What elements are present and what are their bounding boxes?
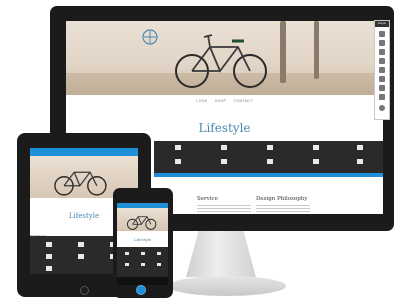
button-icon[interactable] (78, 254, 84, 259)
logo-icon[interactable] (140, 27, 160, 47)
layout-icon (357, 145, 363, 150)
upload-icon[interactable] (379, 67, 385, 73)
palm-trunk (314, 21, 319, 79)
column-heading-service: Service (197, 196, 218, 202)
toolbar-item[interactable] (250, 144, 290, 158)
bicycle-icon (175, 34, 267, 88)
grid-icon (175, 159, 181, 164)
toolbar-item[interactable] (158, 144, 198, 158)
hero-banner (66, 21, 383, 95)
image-icon (221, 145, 227, 150)
text-icon[interactable] (46, 242, 52, 247)
toolbar-item[interactable] (296, 158, 336, 172)
sidebar-brand: Zenyou (375, 21, 389, 27)
video-icon[interactable] (157, 263, 161, 266)
toolbar-item[interactable] (204, 144, 244, 158)
settings-icon[interactable] (379, 49, 385, 55)
main-nav: LOOK SHOP CONTACT (66, 99, 383, 103)
gallery-icon[interactable] (157, 252, 161, 255)
bicycle-icon (54, 171, 107, 196)
toolbar-item[interactable] (204, 158, 244, 172)
editor-toolbar (154, 141, 383, 177)
phone-toolbar (117, 247, 168, 277)
editor-sidebar: Zenyou (374, 20, 390, 120)
map-icon[interactable] (46, 266, 52, 271)
stats-icon[interactable] (379, 85, 385, 91)
nav-item-contact[interactable]: CONTACT (234, 99, 253, 103)
bicycle-icon (126, 216, 157, 230)
monitor-stand (186, 231, 256, 277)
toolbar-item[interactable] (340, 144, 380, 158)
tablet-top-bar (30, 148, 138, 156)
map-icon (313, 159, 319, 164)
image-icon[interactable] (78, 242, 84, 247)
text-icon (175, 145, 181, 150)
image-icon[interactable] (141, 252, 145, 255)
phone-bottom-bar (117, 277, 168, 285)
cloud-icon[interactable] (379, 40, 385, 46)
palm-trunk (280, 21, 286, 83)
phone-screen: Lifestyle (117, 203, 168, 285)
toolbar-item[interactable] (250, 158, 290, 172)
grid-icon[interactable] (125, 263, 129, 266)
text-icon[interactable] (125, 252, 129, 255)
button-icon (221, 159, 227, 164)
spacer-icon (267, 159, 273, 164)
pages-icon[interactable] (379, 31, 385, 37)
nav-item-shop[interactable]: SHOP (215, 99, 226, 103)
phone-page-title: Lifestyle (133, 237, 152, 242)
toolbar-item[interactable] (296, 144, 336, 158)
nav-item-look[interactable]: LOOK (196, 99, 207, 103)
lock-icon[interactable] (379, 94, 385, 100)
toolbar-item[interactable] (340, 158, 380, 172)
button-icon[interactable] (141, 263, 145, 266)
box-icon[interactable] (379, 58, 385, 64)
help-icon[interactable] (379, 105, 385, 111)
cart-icon[interactable] (379, 76, 385, 82)
toolbar-accent-bar (154, 173, 383, 177)
tablet-home-button[interactable] (80, 286, 89, 295)
column-text (256, 205, 310, 214)
monitor-base (168, 276, 286, 296)
phone-hero (117, 208, 168, 231)
gallery-icon (267, 145, 273, 150)
social-icon (357, 159, 363, 164)
column-heading-design: Design Philosophy (256, 196, 308, 202)
grid-icon[interactable] (46, 254, 52, 259)
video-icon (313, 145, 319, 150)
phone-home-button[interactable] (136, 285, 146, 295)
column-text (197, 205, 251, 214)
toolbar-item[interactable] (158, 158, 198, 172)
